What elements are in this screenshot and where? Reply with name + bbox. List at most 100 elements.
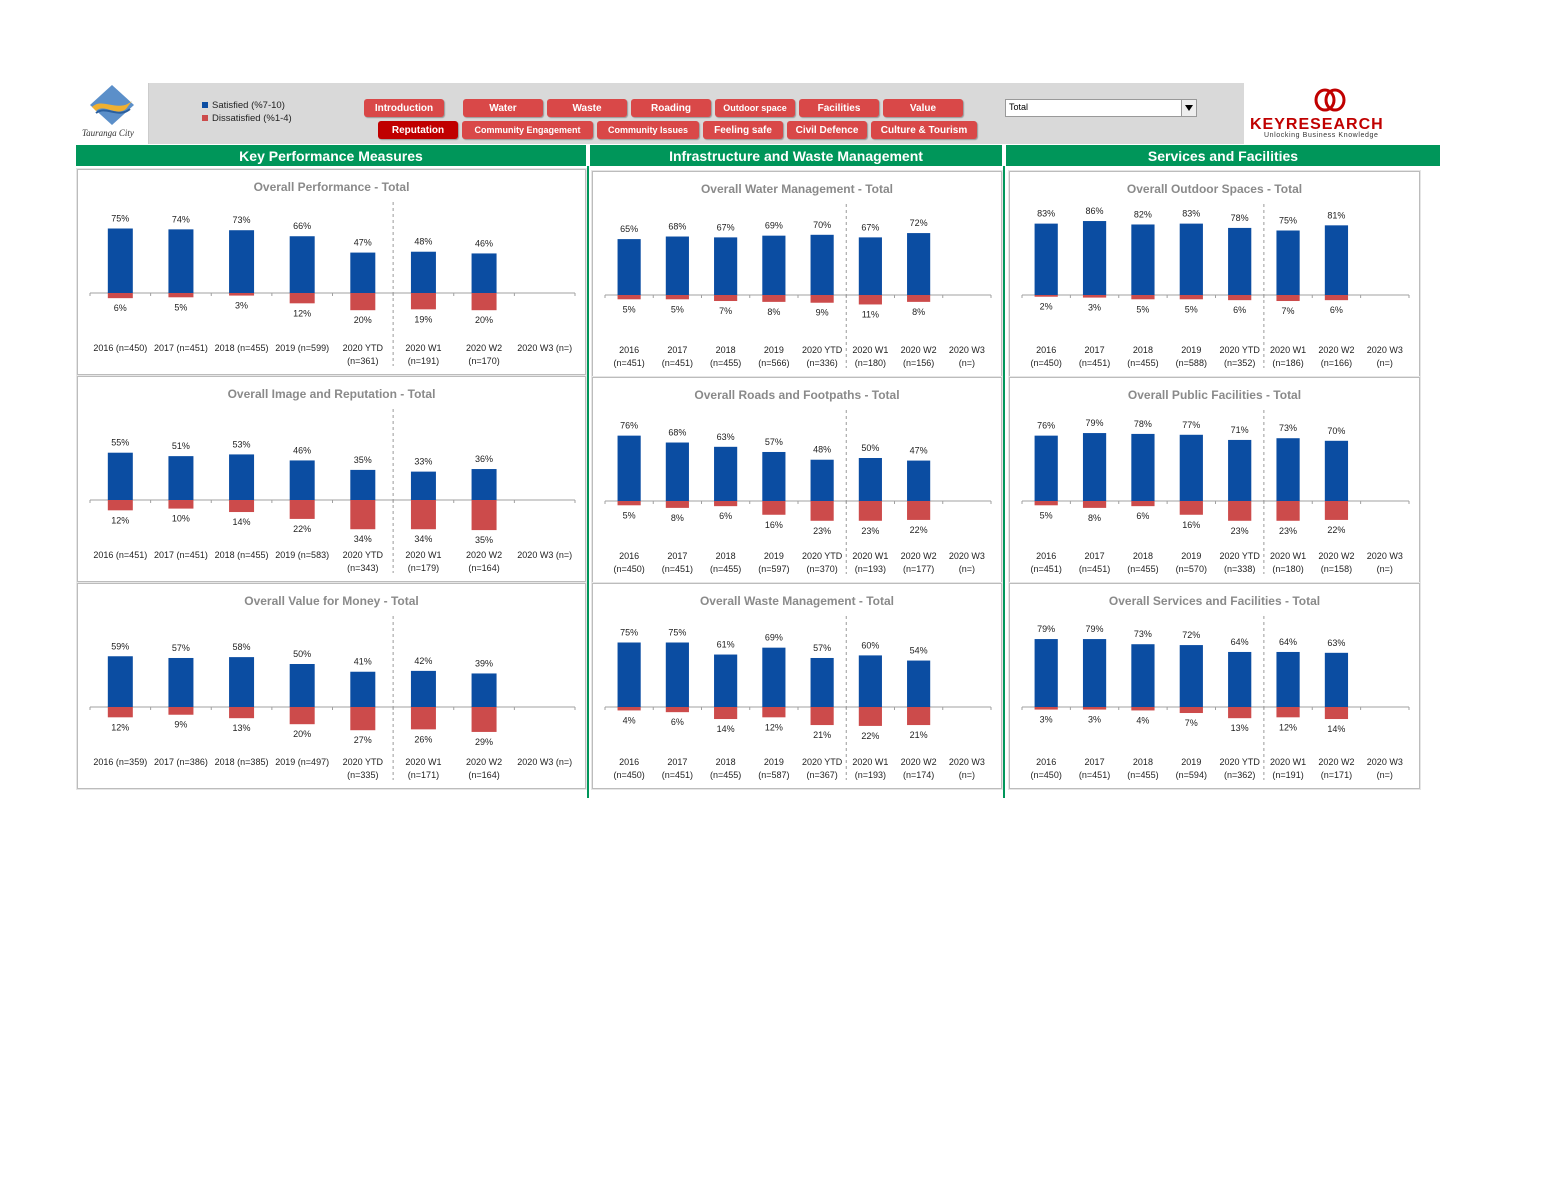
x-tick-label: (n=362) <box>1224 770 1255 780</box>
x-tick-label: (n=336) <box>806 358 837 368</box>
x-tick-label: (n=180) <box>1272 564 1303 574</box>
bar-satisfied <box>617 435 641 501</box>
bar-dissatisfied <box>1276 501 1300 521</box>
bar-satisfied <box>1131 644 1155 707</box>
nav-roading[interactable]: Roading <box>631 99 711 117</box>
bar-dissatisfied <box>714 295 738 302</box>
chart-svg: Overall Performance - Total 75% 6% 2016 (n=… <box>89 180 576 366</box>
bar-satisfied <box>1179 434 1203 501</box>
bar-satisfied <box>350 671 376 707</box>
nav-outdoor-space[interactable]: Outdoor space <box>715 99 795 117</box>
bar-dissatisfied <box>168 293 194 298</box>
nav-waste[interactable]: Waste <box>547 99 627 117</box>
chevron-down-icon[interactable] <box>1181 100 1196 116</box>
data-label-dissatisfied: 12% <box>1279 722 1297 732</box>
nav-facilities[interactable]: Facilities <box>799 99 879 117</box>
nav-reputation[interactable]: Reputation <box>378 121 458 139</box>
segment-dropdown[interactable]: Total <box>1005 99 1197 117</box>
top-bar: Tauranga City Satisfied (%7-10) Dissatis… <box>76 83 1440 144</box>
bar-dissatisfied <box>810 501 834 521</box>
data-label-satisfied: 76% <box>620 421 638 431</box>
x-tick-label: 2020 W1 <box>852 551 888 561</box>
data-label-dissatisfied: 5% <box>623 304 636 314</box>
chart-water-management: Overall Water Management - Total 65% 5% 201… <box>592 171 1002 377</box>
data-label-satisfied: 70% <box>1327 426 1345 436</box>
bar-dissatisfied <box>858 501 882 521</box>
x-tick-label: 2018 <box>716 345 736 355</box>
x-tick-label: (n=352) <box>1224 358 1255 368</box>
data-label-satisfied: 72% <box>910 218 928 228</box>
data-label-dissatisfied: 21% <box>813 730 831 740</box>
bar-satisfied <box>350 252 376 293</box>
bar-satisfied <box>1276 651 1300 707</box>
data-label-dissatisfied: 22% <box>1327 525 1345 535</box>
bar-dissatisfied <box>1082 707 1107 710</box>
data-label-dissatisfied: 23% <box>1279 526 1297 536</box>
data-label-dissatisfied: 5% <box>623 510 636 520</box>
nav-culture-tourism[interactable]: Culture & Tourism <box>871 121 977 139</box>
data-label-dissatisfied: 7% <box>1282 306 1295 316</box>
nav-civil-defence[interactable]: Civil Defence <box>787 121 867 139</box>
chart-overall-performance: Overall Performance - Total 75% 6% 2016 (n=… <box>77 169 586 375</box>
x-tick-label: (n=164) <box>468 770 499 780</box>
x-tick-label: (n=166) <box>1321 358 1352 368</box>
chart-svg: Overall Image and Reputation - Total 55% 1… <box>89 387 576 573</box>
bar-satisfied <box>907 660 931 707</box>
bar-dissatisfied <box>1276 707 1300 718</box>
x-tick-label: 2016 (n=451) <box>93 550 147 560</box>
nav-community-issues[interactable]: Community Issues <box>597 121 699 139</box>
bar-dissatisfied <box>665 501 689 508</box>
x-tick-label: (n=335) <box>347 770 378 780</box>
data-label-satisfied: 58% <box>233 642 251 652</box>
data-label-dissatisfied: 20% <box>293 729 311 739</box>
x-tick-label: 2018 (n=455) <box>215 550 269 560</box>
x-tick-label: 2020 W1 <box>1270 345 1306 355</box>
x-tick-label: (n=451) <box>1079 770 1110 780</box>
x-tick-label: 2019 <box>1181 757 1201 767</box>
bar-dissatisfied <box>289 707 315 725</box>
bar-dissatisfied <box>907 295 931 302</box>
bar-dissatisfied <box>1034 501 1058 506</box>
x-tick-label: 2018 (n=385) <box>215 757 269 767</box>
nav-introduction[interactable]: Introduction <box>364 99 444 117</box>
bar-dissatisfied <box>1324 707 1349 720</box>
data-label-satisfied: 39% <box>475 658 493 668</box>
nav-water[interactable]: Water <box>463 99 543 117</box>
chart-value-for-money: Overall Value for Money - Total 59% 12% 201… <box>77 583 586 789</box>
section-divider-1 <box>587 166 589 798</box>
data-label-dissatisfied: 6% <box>1233 305 1246 315</box>
nav-value[interactable]: Value <box>883 99 963 117</box>
data-label-satisfied: 70% <box>813 220 831 230</box>
bar-dissatisfied <box>617 707 641 711</box>
chart-svg: Overall Roads and Footpaths - Total 76% 5%… <box>604 388 992 574</box>
data-label-dissatisfied: 6% <box>114 303 127 313</box>
data-label-satisfied: 68% <box>668 222 686 232</box>
bar-dissatisfied <box>1034 707 1058 710</box>
data-label-satisfied: 64% <box>1231 637 1249 647</box>
data-label-satisfied: 41% <box>354 657 372 667</box>
data-label-satisfied: 51% <box>172 441 190 451</box>
bar-satisfied <box>471 253 497 293</box>
bar-satisfied <box>858 655 882 707</box>
bar-dissatisfied <box>617 501 641 506</box>
bar-dissatisfied <box>762 707 786 718</box>
data-label-satisfied: 59% <box>111 641 129 651</box>
x-tick-label: 2020 YTD <box>343 757 384 767</box>
nav-feeling-safe[interactable]: Feeling safe <box>703 121 783 139</box>
x-tick-label: (n=180) <box>855 358 886 368</box>
chart-title: Overall Public Facilities - Total <box>1128 388 1301 402</box>
data-label-satisfied: 77% <box>1182 420 1200 430</box>
x-tick-label: (n=171) <box>408 770 439 780</box>
keyresearch-logo: KEYRESEARCH Unlocking Business Knowledge <box>1244 83 1440 144</box>
chart-title: Overall Services and Facilities - Total <box>1109 594 1320 608</box>
data-label-dissatisfied: 2% <box>1040 302 1053 312</box>
bar-dissatisfied <box>350 293 376 311</box>
data-label-dissatisfied: 8% <box>1088 513 1101 523</box>
data-label-satisfied: 53% <box>233 439 251 449</box>
x-tick-label: (n=455) <box>710 564 741 574</box>
chart-title: Overall Outdoor Spaces - Total <box>1127 182 1302 196</box>
bar-satisfied <box>1228 227 1252 295</box>
bar-satisfied <box>1034 639 1058 707</box>
nav-community-engagement[interactable]: Community Engagement <box>462 121 593 139</box>
bar-dissatisfied <box>107 293 133 299</box>
